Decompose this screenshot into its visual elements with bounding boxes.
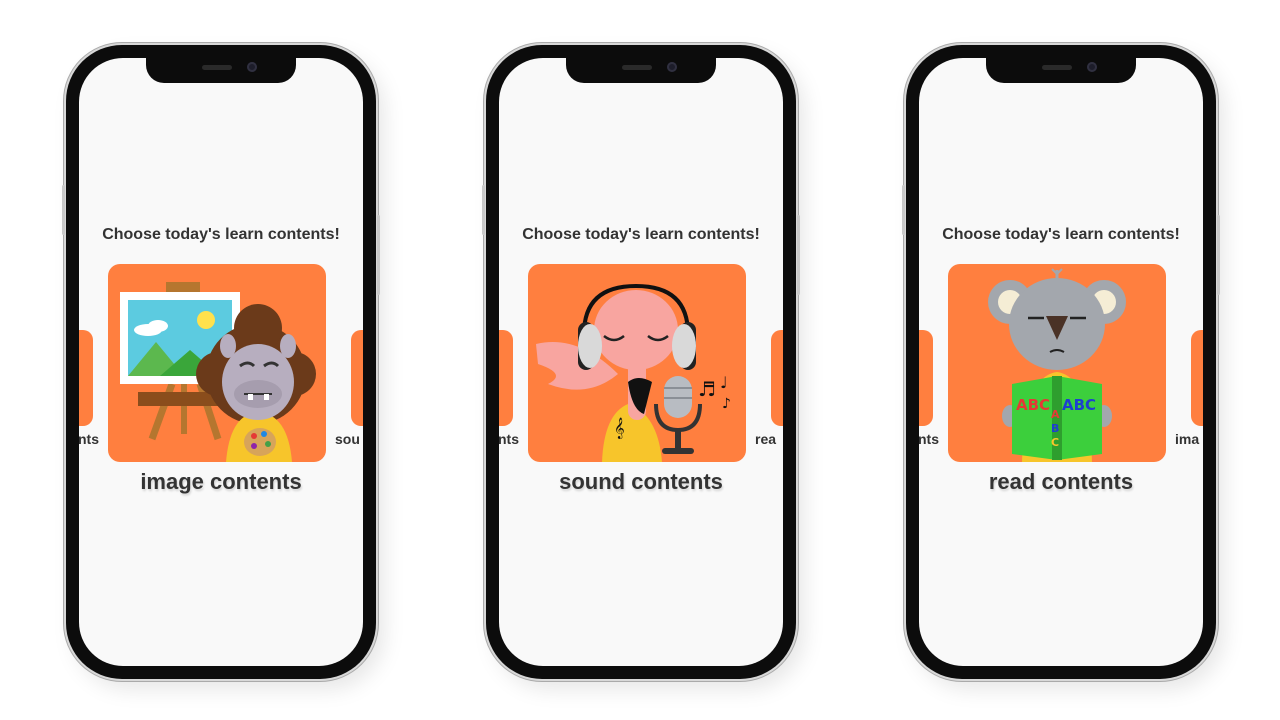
content-title: read contents — [988, 469, 1134, 494]
phone-mockup-read: Choose today's learn contents! nts ima A… — [902, 45, 1220, 679]
page-heading: Choose today's learn contents! — [522, 226, 760, 243]
camera-icon — [1087, 62, 1097, 72]
phone-screen: Choose today's learn contents! nts sou i… — [79, 58, 363, 666]
next-content-card[interactable] — [1191, 330, 1203, 426]
hippo-painter-illustration — [120, 282, 316, 462]
content-title: sound contents — [559, 469, 723, 494]
page-heading: Choose today's learn contents! — [102, 226, 340, 243]
next-content-label[interactable]: rea — [755, 431, 776, 447]
phone-notch — [566, 58, 716, 83]
prev-content-label[interactable]: nts — [919, 431, 939, 447]
content-card-image[interactable] — [108, 264, 326, 462]
content-card-sound[interactable]: ♬ ♩ ♪ 𝄞 — [528, 264, 746, 462]
book-letters-left: ABC — [1016, 396, 1050, 414]
book-spine-letter-c: C — [1051, 436, 1059, 449]
next-content-label[interactable]: ima — [1175, 431, 1199, 447]
speaker-icon — [202, 65, 232, 70]
koala-reader-illustration: ABC ABC A B C — [988, 268, 1126, 462]
svg-text:♩: ♩ — [720, 373, 728, 392]
phone-notch — [986, 58, 1136, 83]
flamingo-singer-illustration: ♬ ♩ ♪ 𝄞 — [536, 283, 731, 462]
book-spine-letter-b: B — [1051, 422, 1059, 435]
phone-screen: Choose today's learn contents! nts ima A… — [919, 58, 1203, 666]
camera-icon — [247, 62, 257, 72]
book-spine-letter-a: A — [1051, 408, 1060, 421]
svg-text:𝄞: 𝄞 — [614, 418, 625, 439]
speaker-icon — [1042, 65, 1072, 70]
next-content-label[interactable]: sou — [335, 431, 360, 447]
svg-text:♬: ♬ — [698, 377, 716, 401]
phone-notch — [146, 58, 296, 83]
content-card-read[interactable]: ABC ABC A B C — [948, 264, 1166, 462]
camera-icon — [667, 62, 677, 72]
book-letters-right: ABC — [1062, 396, 1096, 414]
phone-mockup-image: Choose today's learn contents! nts sou i… — [62, 45, 380, 679]
next-content-card[interactable] — [351, 330, 363, 426]
content-title: image contents — [140, 469, 302, 494]
page-heading: Choose today's learn contents! — [942, 226, 1180, 243]
phone-mockup-sound: Choose today's learn contents! nts rea ♬… — [482, 45, 800, 679]
prev-content-card[interactable] — [919, 330, 933, 426]
speaker-icon — [622, 65, 652, 70]
prev-content-card[interactable] — [79, 330, 93, 426]
prev-content-label[interactable]: nts — [499, 431, 519, 447]
prev-content-card[interactable] — [499, 330, 513, 426]
prev-content-label[interactable]: nts — [79, 431, 99, 447]
phone-screen: Choose today's learn contents! nts rea ♬… — [499, 58, 783, 666]
next-content-card[interactable] — [771, 330, 783, 426]
svg-text:♪: ♪ — [722, 396, 731, 412]
